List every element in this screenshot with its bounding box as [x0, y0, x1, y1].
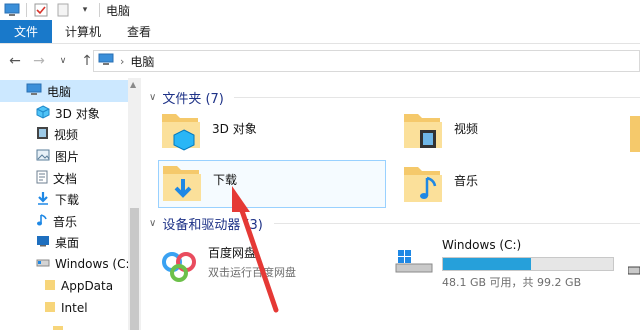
sidebar-item-pictures[interactable]: 图片 — [36, 145, 79, 167]
drive-c-icon — [394, 238, 434, 277]
tab-computer[interactable]: 计算机 — [52, 20, 114, 43]
download-icon — [36, 191, 50, 208]
sidebar-item-appdata[interactable]: AppData — [44, 275, 113, 297]
sidebar-item-windows-c[interactable]: Windows (C:) — [36, 253, 134, 275]
address-bar[interactable]: › 电脑 — [93, 50, 640, 72]
sidebar-item-label: 下载 — [55, 192, 80, 207]
content-pane: ∨ 文件夹 (7) 3D 对象 视频 下载 音乐 ∨ 设备和驱动器 (3) 百度… — [142, 78, 640, 330]
drive-tile-windows-c[interactable]: Windows (C:) 48.1 GB 可用，共 99.2 GB — [394, 238, 640, 290]
drive-info: Windows (C:) 48.1 GB 可用，共 99.2 GB — [442, 238, 614, 290]
pc-icon[interactable] — [4, 3, 20, 17]
sidebar-item-intel[interactable]: Intel — [44, 297, 88, 319]
properties-icon[interactable] — [33, 3, 49, 17]
sidebar-item-label: AppData — [61, 279, 114, 293]
sidebar-item-label: 3D 对象 — [55, 106, 100, 121]
collapse-chevron-icon[interactable]: ∨ — [149, 218, 156, 229]
sidebar-item-3d-objects[interactable]: 3D 对象 — [36, 102, 100, 124]
window-title: 电脑 — [106, 3, 131, 18]
forward-icon[interactable]: → — [32, 53, 46, 69]
sidebar-item-label: 图片 — [55, 149, 80, 164]
drive-usage-bar — [442, 257, 614, 271]
drive-usage-fill — [443, 258, 531, 270]
recent-locations-icon[interactable]: ∨ — [56, 56, 70, 66]
sidebar-item-label: 桌面 — [55, 235, 80, 250]
folder-label: 音乐 — [454, 174, 479, 188]
baidu-netdisk-icon — [158, 242, 200, 287]
device-tile-baidu-netdisk[interactable]: 百度网盘 双击运行百度网盘 — [158, 242, 383, 288]
sidebar-scrollbar[interactable]: ▲ — [128, 78, 141, 330]
sidebar-item-desktop[interactable]: 桌面 — [36, 231, 79, 253]
new-folder-icon[interactable] — [55, 3, 71, 17]
folder-downloads-icon — [159, 161, 205, 208]
divider — [234, 97, 640, 98]
divider — [274, 223, 640, 224]
sidebar-item-label: Windows (C:) — [55, 257, 135, 271]
pc-icon — [98, 53, 114, 69]
tab-view[interactable]: 查看 — [114, 20, 164, 43]
scrollbar-thumb[interactable] — [130, 208, 139, 330]
scroll-up-icon[interactable]: ▲ — [130, 80, 136, 89]
folder-label: 视频 — [454, 122, 479, 136]
pictures-icon — [36, 149, 50, 164]
sidebar-item-label: 视频 — [54, 127, 79, 142]
documents-icon — [36, 170, 48, 187]
folder-tile-music[interactable]: 音乐 — [400, 162, 625, 206]
sidebar-item-label: 音乐 — [53, 214, 78, 229]
folder-tile-downloads[interactable]: 下载 — [158, 160, 386, 208]
drive-name: Windows (C:) — [442, 238, 522, 252]
desktop-icon — [36, 235, 50, 250]
folder-videos-icon — [400, 110, 446, 155]
collapse-chevron-icon[interactable]: ∨ — [149, 92, 156, 103]
device-text: 百度网盘 双击运行百度网盘 — [208, 244, 296, 280]
pc-icon — [26, 83, 42, 99]
customize-toolbar-icon[interactable]: ▾ — [77, 3, 93, 17]
navigation-bar: ← → ∨ ↑ › 电脑 — [0, 46, 640, 76]
back-icon[interactable]: ← — [8, 53, 22, 69]
breadcrumb-item[interactable]: 电脑 — [130, 53, 154, 70]
sidebar-item-music[interactable]: 音乐 — [36, 210, 77, 232]
device-subtitle: 双击运行百度网盘 — [208, 266, 296, 279]
ribbon-tabs: 文件 计算机 查看 — [0, 20, 640, 44]
folder-tile-3d-objects[interactable]: 3D 对象 — [158, 110, 383, 154]
folder-label: 下载 — [213, 173, 238, 187]
file-explorer-window: ▾ 电脑 文件 计算机 查看 ← → ∨ ↑ › 电脑 电脑 3D 对象 视频 … — [0, 0, 640, 330]
group-title: 设备和驱动器 (3) — [162, 218, 263, 233]
music-icon — [36, 213, 48, 230]
sidebar-item-videos[interactable]: 视频 — [36, 123, 78, 145]
devices-group-header[interactable]: ∨ 设备和驱动器 (3) — [149, 214, 263, 233]
drive-icon — [36, 257, 50, 271]
drive-icon[interactable] — [627, 264, 640, 278]
folders-group-header[interactable]: ∨ 文件夹 (7) — [149, 88, 224, 107]
sidebar-item-label: 文档 — [53, 171, 78, 186]
sidebar-item-partial-folder[interactable] — [52, 321, 64, 330]
folder-3d-objects-icon — [158, 110, 204, 155]
drive-free-space: 48.1 GB 可用，共 99.2 GB — [442, 276, 582, 289]
folder-icon — [44, 301, 56, 316]
title-bar: ▾ 电脑 — [0, 0, 640, 20]
folder-music-icon — [400, 162, 446, 209]
divider — [26, 3, 27, 17]
folder-tile-videos[interactable]: 视频 — [400, 110, 625, 154]
tab-file[interactable]: 文件 — [0, 20, 53, 43]
sidebar-item-documents[interactable]: 文档 — [36, 167, 77, 189]
device-name: 百度网盘 — [208, 246, 257, 260]
folder-icon[interactable] — [630, 116, 640, 155]
sidebar-item-pc[interactable]: 电脑 — [0, 80, 128, 102]
up-icon[interactable]: ↑ — [80, 53, 94, 69]
sidebar-item-downloads[interactable]: 下载 — [36, 188, 79, 210]
folder-label: 3D 对象 — [212, 122, 257, 136]
sidebar-item-label: Intel — [61, 301, 88, 315]
sidebar-item-label: 电脑 — [47, 84, 72, 99]
folder-icon — [44, 279, 56, 294]
group-title: 文件夹 (7) — [162, 92, 224, 107]
breadcrumb-chevron-icon[interactable]: › — [120, 55, 124, 68]
divider — [99, 3, 100, 17]
video-icon — [36, 126, 49, 143]
navigation-pane: 电脑 3D 对象 视频 图片 文档 下载 音乐 桌面 Windows (C:) … — [0, 78, 141, 330]
cube-3d-icon — [36, 104, 50, 122]
folder-icon — [52, 325, 64, 330]
